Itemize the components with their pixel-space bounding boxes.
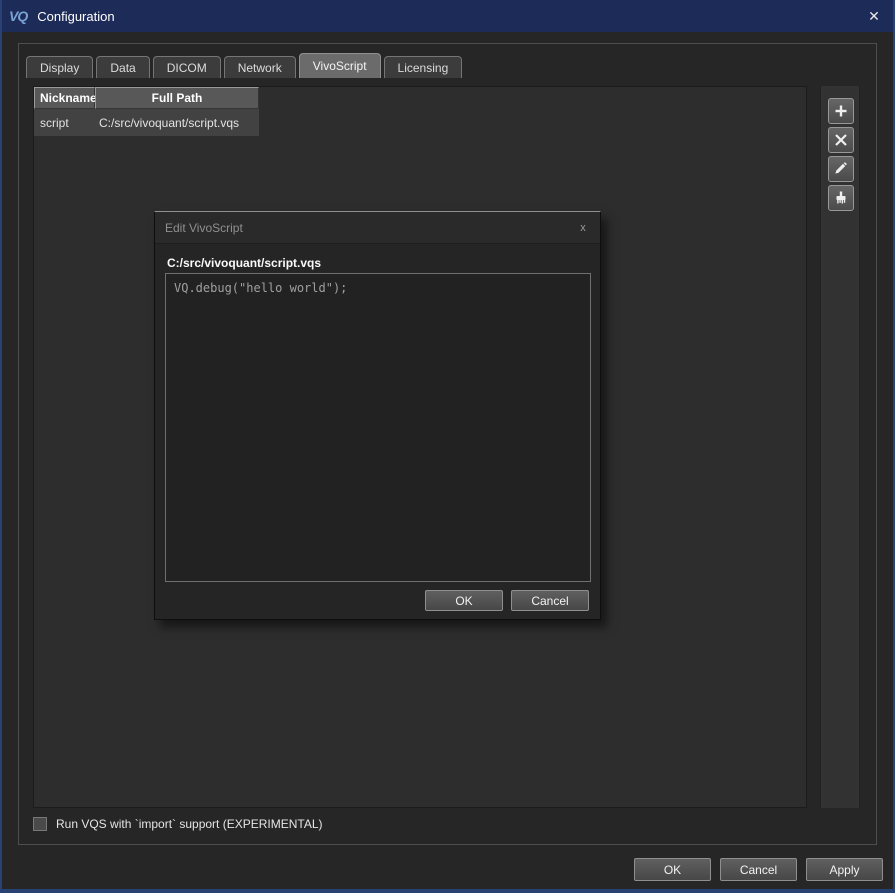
dialog-titlebar[interactable]: Edit VivoScript x [155,212,600,244]
brush-icon [834,191,848,205]
dialog-title: Edit VivoScript [165,221,243,235]
tab-dicom[interactable]: DICOM [153,56,221,78]
edit-vivoscript-dialog: Edit VivoScript x C:/src/vivoquant/scrip… [154,211,601,620]
column-header-full-path: Full Path [95,87,259,109]
config-tab-bar: Display Data DICOM Network VivoScript Li… [26,53,465,78]
experimental-option-row: Run VQS with `import` support (EXPERIMEN… [33,817,323,831]
configuration-window: VQ Configuration ✕ Display Data DICOM Ne… [0,0,895,893]
edit-script-button[interactable] [828,156,854,182]
tab-data[interactable]: Data [96,56,149,78]
run-vqs-import-label: Run VQS with `import` support (EXPERIMEN… [56,817,323,831]
script-path-label: C:/src/vivoquant/script.vqs [167,256,321,270]
tab-vivoscript[interactable]: VivoScript [299,53,381,78]
ok-button[interactable]: OK [634,858,711,881]
add-script-button[interactable] [828,98,854,124]
script-list-header: Nickname Full Path [34,87,806,109]
script-toolbar [820,86,860,808]
dialog-cancel-button[interactable]: Cancel [511,590,589,611]
column-header-nickname: Nickname [34,87,95,109]
pencil-icon [834,162,848,176]
apply-button[interactable]: Apply [806,858,883,881]
window-title: Configuration [37,9,114,24]
script-code-editor[interactable]: VQ.debug("hello world"); [165,273,591,582]
plus-icon [834,104,848,118]
window-close-button[interactable]: ✕ [853,0,895,32]
x-icon [834,133,848,147]
tab-network[interactable]: Network [224,56,296,78]
table-row[interactable]: script C:/src/vivoquant/script.vqs [34,109,259,136]
tab-display[interactable]: Display [26,56,93,78]
cancel-button[interactable]: Cancel [720,858,797,881]
vivoquant-logo-icon: VQ [9,8,27,24]
dialog-ok-button[interactable]: OK [425,590,503,611]
run-vqs-import-checkbox[interactable] [33,817,47,831]
tab-licensing[interactable]: Licensing [384,56,463,78]
dialog-button-row: OK Cancel [425,590,589,611]
window-titlebar[interactable]: VQ Configuration ✕ [0,0,895,32]
remove-script-button[interactable] [828,127,854,153]
dialog-close-button[interactable]: x [574,219,592,237]
run-script-button[interactable] [828,185,854,211]
cell-full-path: C:/src/vivoquant/script.vqs [95,116,239,130]
footer-button-row: OK Cancel Apply [634,858,883,881]
cell-nickname: script [34,116,95,130]
